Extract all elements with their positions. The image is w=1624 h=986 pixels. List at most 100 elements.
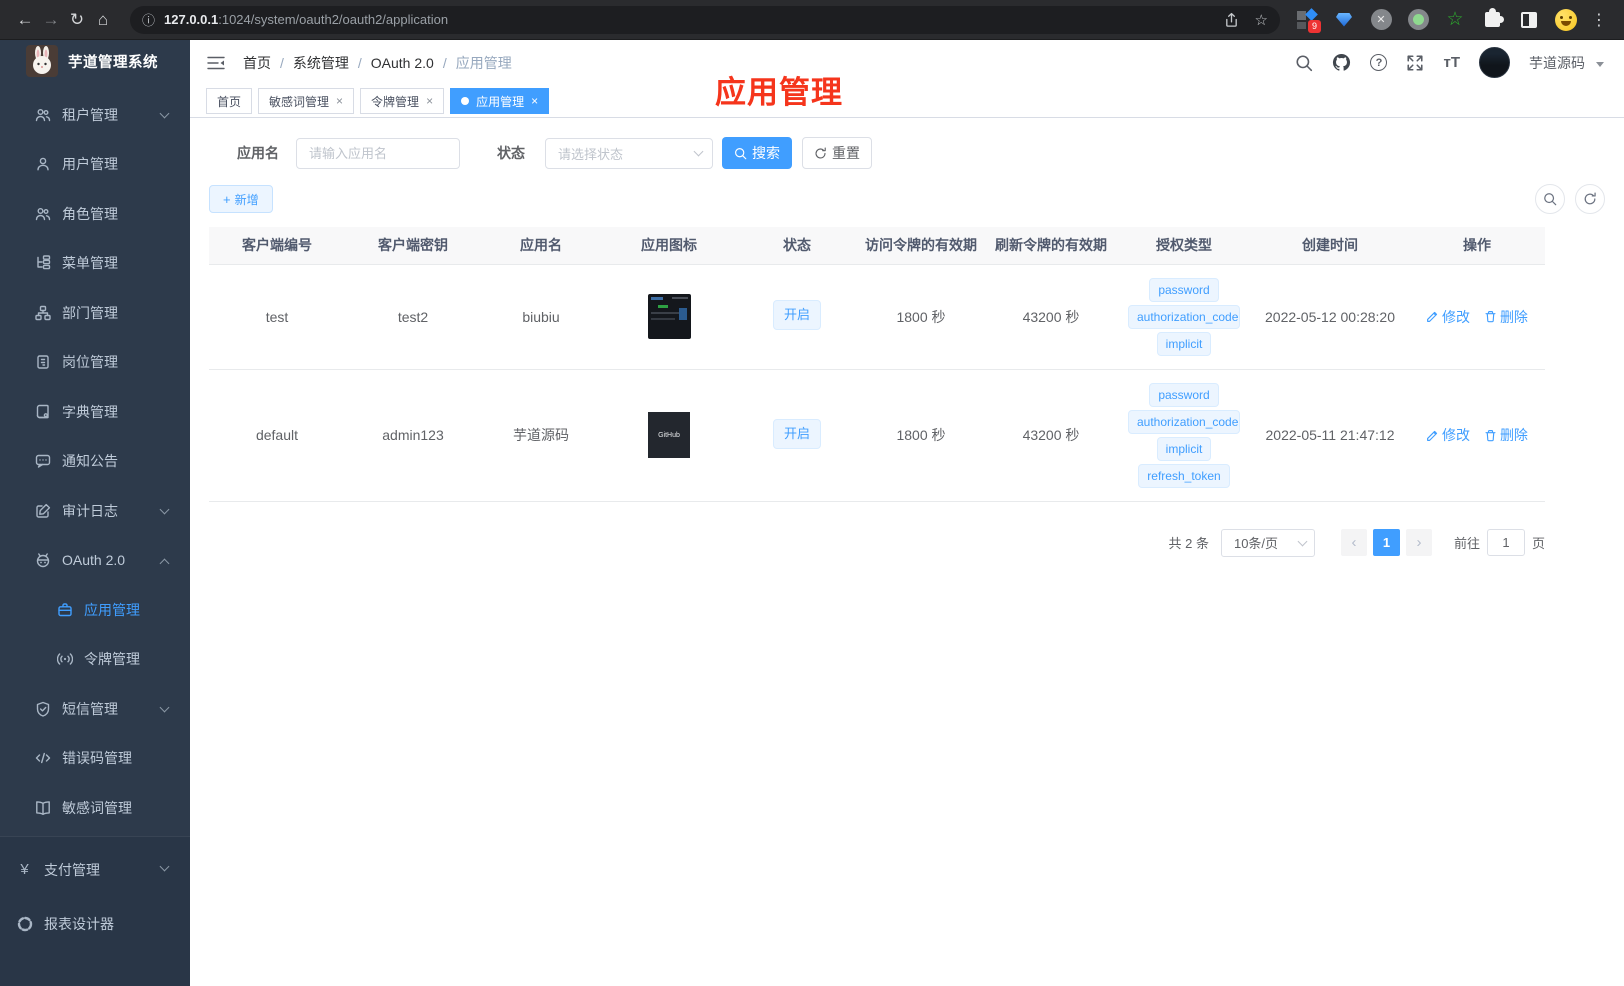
grant-tag: password	[1149, 382, 1219, 407]
sidebar-item-sms[interactable]: 短信管理	[0, 684, 190, 734]
status-badge[interactable]: 开启	[772, 300, 821, 330]
bookmark-star-icon[interactable]: ☆	[1255, 11, 1268, 29]
goto-page-input[interactable]	[1486, 529, 1525, 556]
fullscreen-icon[interactable]	[1406, 54, 1424, 72]
page-number-1[interactable]: 1	[1372, 529, 1400, 556]
tab-sensitive-word[interactable]: 敏感词管理 ×	[258, 88, 355, 114]
edit-button[interactable]: 修改	[1426, 307, 1470, 327]
signal-token-icon	[56, 651, 73, 667]
breadcrumb-home[interactable]: 首页	[243, 53, 271, 73]
add-button-label: 新增	[234, 192, 259, 207]
sidebar-menu: 租户管理 用户管理 角色管理 菜单管理 部门管理 岗位管理 字典管理 通知公告 …	[0, 82, 190, 833]
sidebar-item-notice[interactable]: 通知公告	[0, 437, 190, 487]
app-icon-image: GitHub	[648, 412, 690, 458]
trash-icon	[1485, 311, 1496, 323]
header-search-icon[interactable]	[1295, 54, 1313, 72]
sidebar-item-audit-log[interactable]: 审计日志	[0, 486, 190, 536]
delete-button[interactable]: 删除	[1484, 425, 1528, 445]
close-icon[interactable]: ×	[531, 94, 538, 108]
filter-form: 应用名 状态 请选择状态 搜索 重置	[209, 137, 1605, 169]
sidebar-item-oauth[interactable]: OAuth 2.0	[0, 536, 190, 586]
star-extension-icon[interactable]: ☆	[1444, 9, 1466, 31]
cell-created-at: 2022-05-12 00:28:20	[1251, 264, 1409, 370]
sidebar-item-dict[interactable]: 字典管理	[0, 387, 190, 437]
sidebar-item-post[interactable]: 岗位管理	[0, 338, 190, 388]
extension-grid-icon[interactable]: 9	[1296, 7, 1321, 33]
font-size-icon[interactable]: тT	[1443, 54, 1460, 71]
browser-back-button[interactable]: ←	[12, 10, 38, 30]
sidebar-item-menu[interactable]: 菜单管理	[0, 239, 190, 289]
gray-extension-icon[interactable]: ✕	[1370, 9, 1392, 31]
app-name-input[interactable]	[296, 137, 460, 169]
help-icon[interactable]: ?	[1370, 54, 1388, 71]
refresh-table-button[interactable]	[1575, 184, 1605, 214]
prev-page-button[interactable]: ‹	[1340, 529, 1367, 556]
delete-button[interactable]: 删除	[1484, 307, 1528, 327]
url-path: :1024/system/oauth2/oauth2/application	[218, 12, 449, 27]
sidepanel-button[interactable]	[1518, 9, 1540, 31]
address-bar[interactable]: ⓘ 127.0.0.1:1024/system/oauth2/oauth2/ap…	[130, 5, 1280, 34]
browser-reload-button[interactable]: ↻	[64, 10, 90, 30]
edit-button[interactable]: 修改	[1426, 425, 1470, 445]
sidebar-item-label: 错误码管理	[62, 750, 132, 767]
sidebar-item-oauth-application[interactable]: 应用管理	[0, 585, 190, 635]
gem-extension-icon[interactable]	[1333, 9, 1355, 31]
sidebar-item-user[interactable]: 用户管理	[0, 140, 190, 190]
browser-forward-button[interactable]: →	[38, 10, 64, 30]
tab-home[interactable]: 首页	[206, 88, 253, 114]
cell-refresh-ttl: 43200 秒	[985, 264, 1117, 370]
close-icon[interactable]: ×	[336, 94, 343, 108]
sidebar-item-error-code[interactable]: 错误码管理	[0, 734, 190, 784]
toggle-search-button[interactable]	[1535, 184, 1565, 214]
sidebar-item-dept[interactable]: 部门管理	[0, 288, 190, 338]
robot-icon	[34, 552, 51, 568]
extensions-puzzle-button[interactable]	[1481, 8, 1504, 31]
green-star-icon: ☆	[1446, 9, 1464, 30]
reset-button[interactable]: 重置	[802, 137, 872, 169]
user-caret-down-icon[interactable]	[1596, 61, 1604, 67]
avatar[interactable]	[1479, 47, 1510, 78]
next-page-button[interactable]: ›	[1405, 529, 1432, 556]
username[interactable]: 芋道源码	[1529, 53, 1585, 73]
shield-check-icon	[34, 701, 51, 717]
tab-application[interactable]: 应用管理 ×	[450, 88, 550, 114]
breadcrumb-oauth[interactable]: OAuth 2.0	[371, 55, 434, 71]
page-size-select[interactable]: 10条/页	[1220, 528, 1315, 557]
sidebar-item-oauth-token[interactable]: 令牌管理	[0, 635, 190, 685]
browser-menu-button[interactable]: ⋮	[1591, 10, 1607, 30]
status-select[interactable]: 请选择状态	[545, 137, 713, 169]
search-button[interactable]: 搜索	[722, 137, 792, 169]
tab-label: 敏感词管理	[269, 94, 330, 109]
breadcrumb-system[interactable]: 系统管理	[293, 53, 349, 73]
search-icon	[1544, 193, 1557, 206]
site-info-icon[interactable]: ⓘ	[142, 10, 155, 29]
extension-icons: 9 ✕ ☆	[1296, 7, 1577, 33]
share-icon[interactable]	[1224, 12, 1239, 28]
sidebar-item-role[interactable]: 角色管理	[0, 189, 190, 239]
total-count: 共 2 条	[1168, 536, 1209, 551]
app-title: 芋道管理系统	[68, 54, 158, 71]
status-badge[interactable]: 开启	[772, 418, 821, 449]
refresh-icon	[815, 146, 826, 159]
add-button[interactable]: + 新增	[209, 185, 273, 213]
logo-bar[interactable]: 芋道管理系统	[0, 40, 190, 82]
sidebar-item-label: 令牌管理	[84, 651, 140, 668]
plus-icon: +	[223, 191, 231, 207]
browser-home-button[interactable]: ⌂	[90, 10, 116, 30]
recorder-extension-icon[interactable]	[1407, 9, 1429, 31]
sidebar-item-tenant[interactable]: 租户管理	[0, 90, 190, 140]
sidebar-item-report-designer[interactable]: 报表设计器	[0, 897, 190, 951]
profile-avatar-button[interactable]	[1555, 8, 1577, 31]
col-app-name: 应用名	[481, 227, 601, 265]
sidebar-collapse-icon[interactable]	[206, 53, 226, 73]
main-panel: 应用管理 首页 / 系统管理 / OAuth 2.0 / 应用管理 ? тT 芋…	[190, 40, 1624, 986]
tab-token[interactable]: 令牌管理 ×	[360, 88, 445, 114]
tree-list-icon	[34, 255, 51, 271]
gray-circle-icon: ✕	[1370, 9, 1392, 30]
close-icon[interactable]: ×	[426, 94, 433, 108]
sidebar-item-pay[interactable]: ¥ 支付管理	[0, 843, 190, 897]
github-icon[interactable]	[1332, 53, 1351, 72]
tab-label: 应用管理	[476, 94, 525, 109]
sidebar-item-label: 部门管理	[62, 304, 118, 321]
sidebar-item-sensitive-word[interactable]: 敏感词管理	[0, 783, 190, 833]
